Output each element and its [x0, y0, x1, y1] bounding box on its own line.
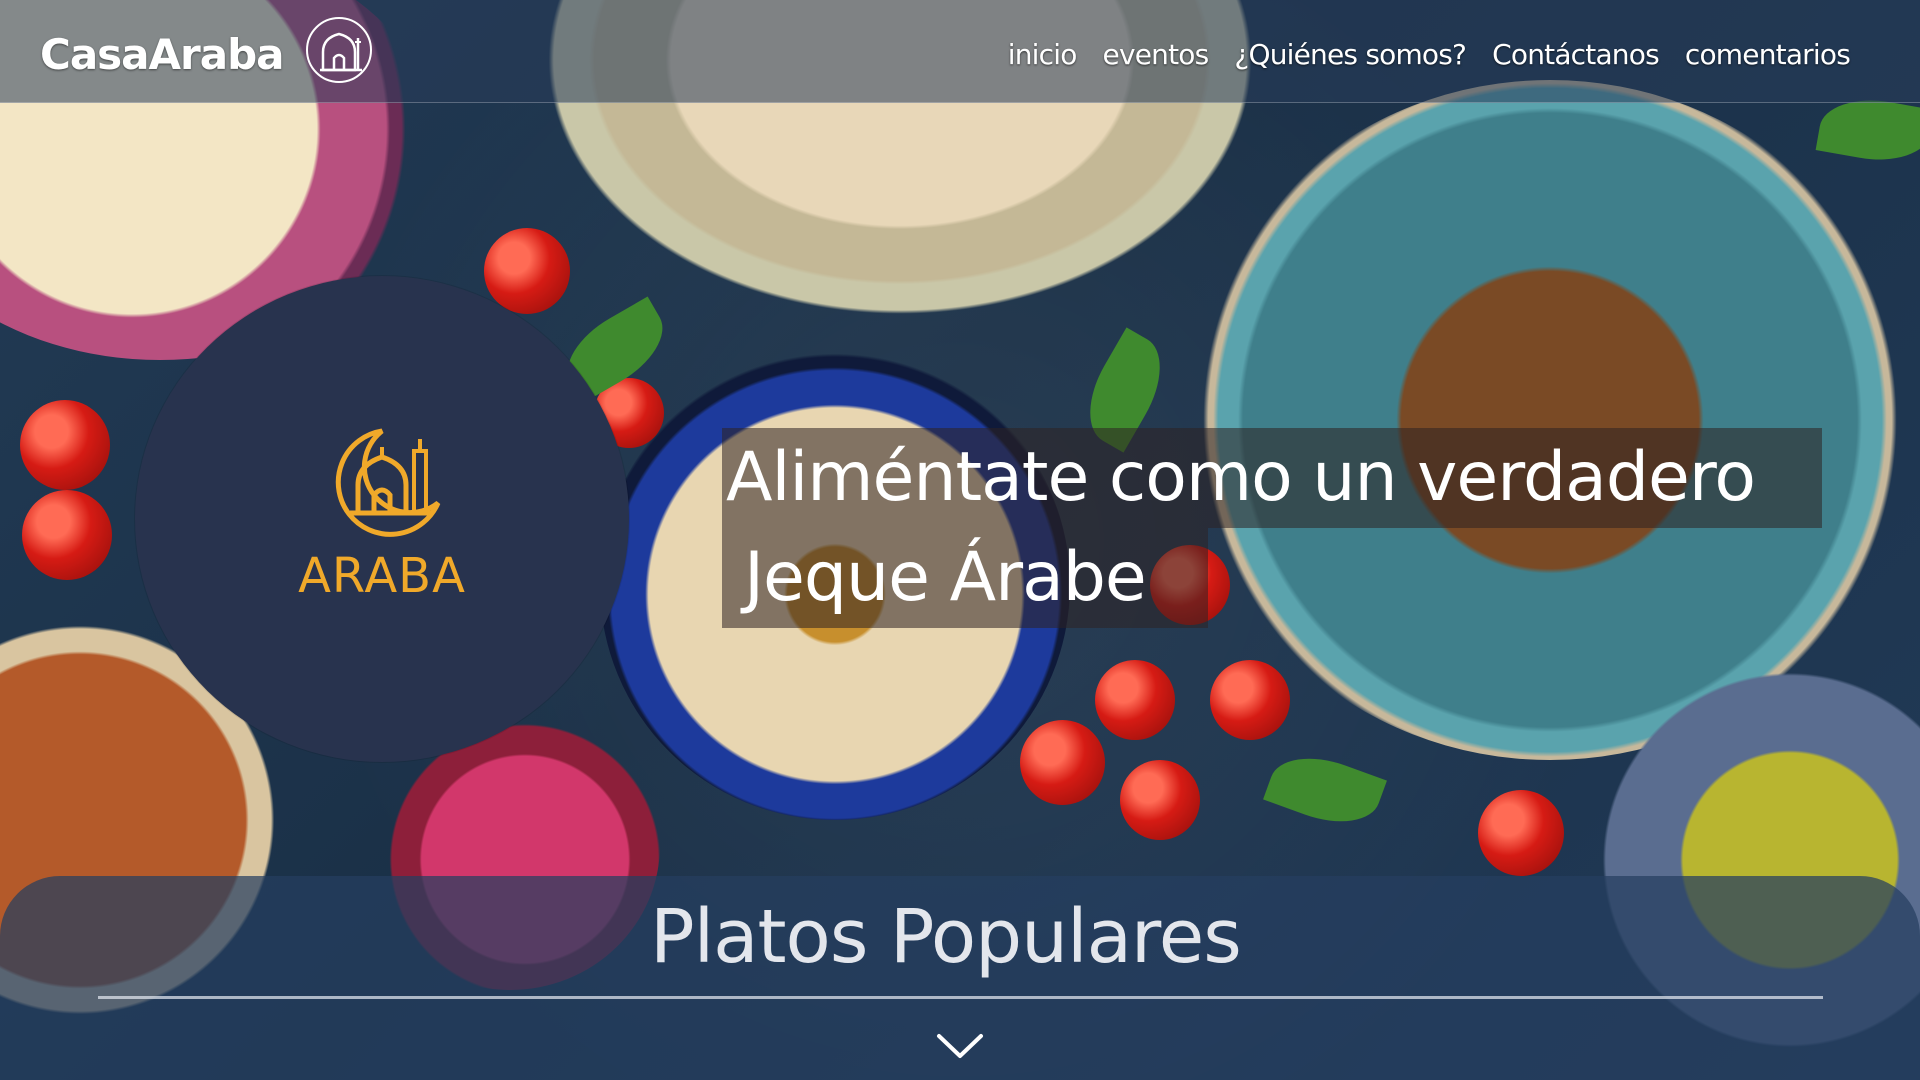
- chevron-down-icon[interactable]: [935, 1026, 985, 1066]
- logo-label: ARABA: [298, 548, 466, 604]
- brand-name[interactable]: CasaAraba: [40, 30, 284, 79]
- divider: [98, 996, 1823, 999]
- nav-link-inicio[interactable]: inicio: [1008, 38, 1078, 71]
- tomato: [1020, 720, 1105, 805]
- tomato: [1095, 660, 1175, 740]
- mosque-icon: [306, 17, 373, 83]
- hero-headline-line-1: Aliméntate como un verdadero: [722, 428, 1822, 528]
- tomato: [484, 228, 570, 314]
- tomato: [1478, 790, 1564, 876]
- basil-leaf: [1263, 742, 1387, 838]
- tomato: [20, 400, 110, 490]
- nav-link-comentarios[interactable]: comentarios: [1685, 38, 1851, 71]
- section-title: Platos Populares: [650, 894, 1242, 980]
- popular-dishes-panel: Platos Populares: [0, 876, 1920, 1080]
- hero-headline-line-2: Jeque Árabe: [722, 528, 1208, 628]
- tomato: [1210, 660, 1290, 740]
- tomato: [1120, 760, 1200, 840]
- mosque-crescent-icon: [335, 428, 441, 537]
- nav-link-eventos[interactable]: eventos: [1103, 38, 1210, 71]
- navbar: CasaAraba inicio eventos ¿Quiénes somos?…: [0, 0, 1920, 103]
- nav-links: inicio eventos ¿Quiénes somos? Contáctan…: [1008, 38, 1851, 71]
- tomato: [22, 490, 112, 580]
- nav-link-contactanos[interactable]: Contáctanos: [1492, 38, 1660, 71]
- brand[interactable]: CasaAraba: [40, 17, 375, 86]
- nav-link-quienes-somos[interactable]: ¿Quiénes somos?: [1234, 38, 1467, 71]
- page: CasaAraba inicio eventos ¿Quiénes somos?…: [0, 0, 1920, 1080]
- logo-badge: ARABA: [135, 276, 629, 762]
